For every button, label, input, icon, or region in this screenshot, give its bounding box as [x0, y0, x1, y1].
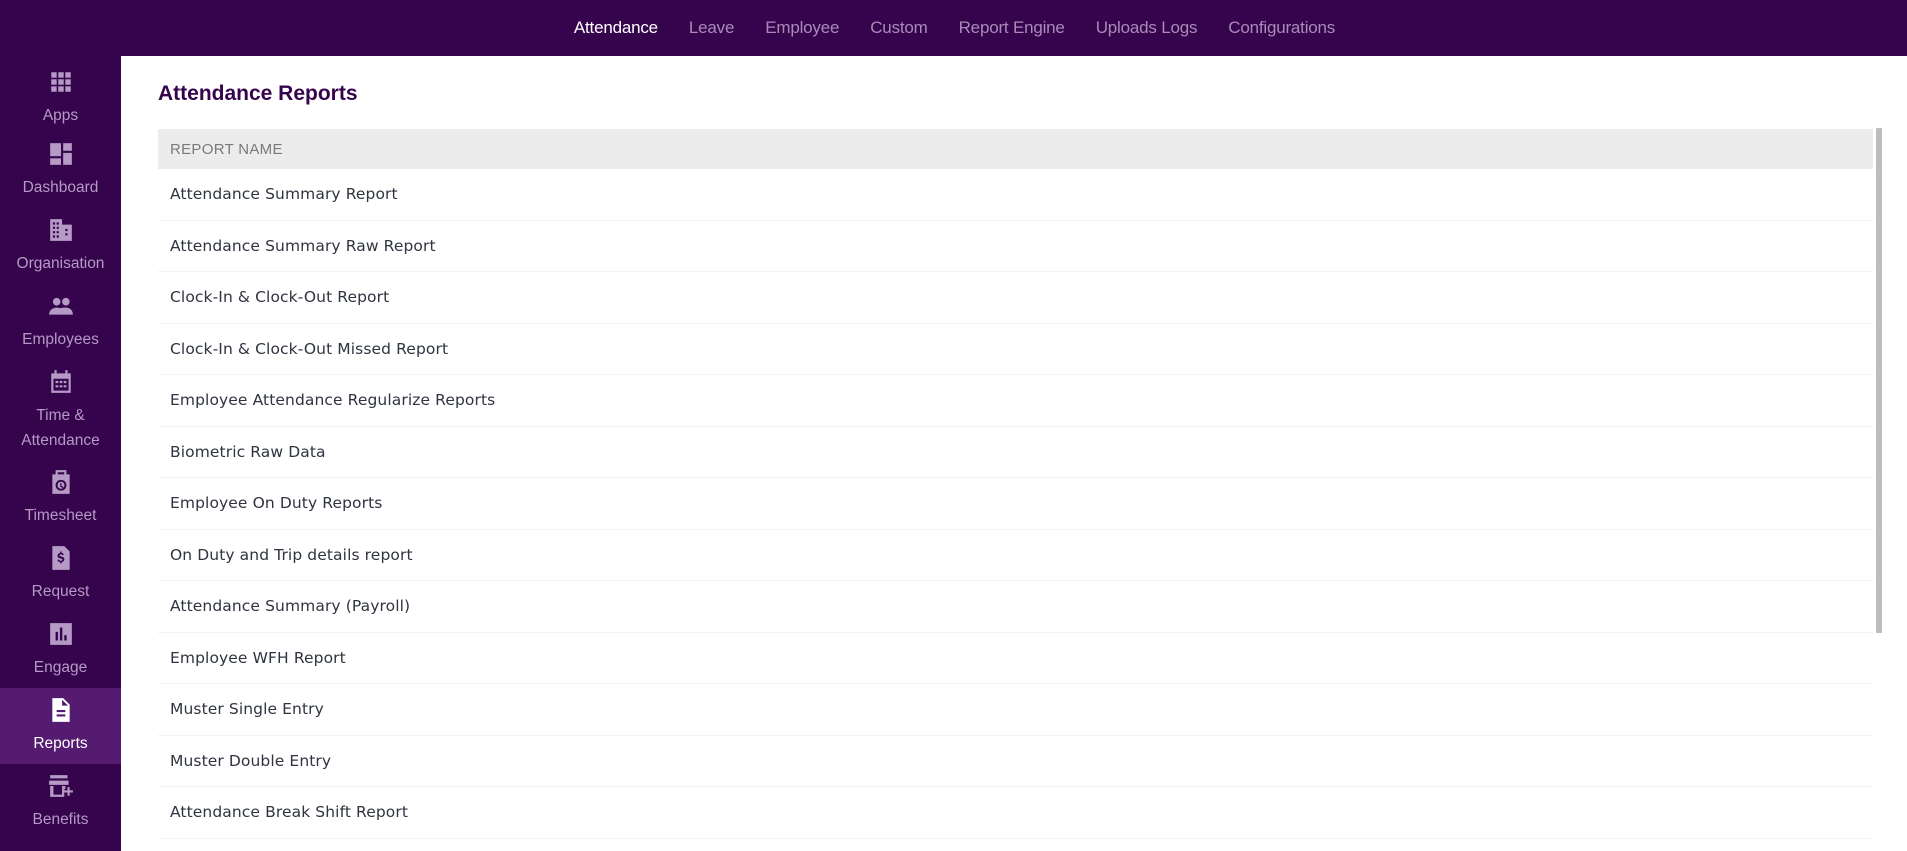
sidebar-item-label: Benefits [32, 811, 89, 828]
sidebar-item-timesheet[interactable]: Timesheet [0, 460, 121, 536]
sidebar-item-organisation[interactable]: Organisation [0, 208, 121, 284]
main-content: Attendance Reports REPORT NAME Attendanc… [121, 56, 1907, 851]
column-header-report-name: REPORT NAME [158, 129, 1873, 169]
dashboard-icon [48, 141, 74, 167]
sidebar-item-label: Organisation [16, 255, 105, 272]
sidebar-item-employees[interactable]: Employees [0, 284, 121, 360]
sidebar-item-label: Time & Attendance [21, 407, 100, 449]
sidebar-item-dashboard[interactable]: Dashboard [0, 132, 121, 208]
table-row[interactable]: Clock-In & Clock-Out Missed Report [158, 324, 1873, 375]
page-title: Attendance Reports [158, 82, 358, 105]
table-row[interactable]: Employee WFH Report [158, 633, 1873, 684]
table-row[interactable]: Biometric Raw Data [158, 427, 1873, 478]
table-row[interactable]: Attendance Summary Raw Report [158, 221, 1873, 272]
table-row[interactable]: On Duty and Trip details report [158, 530, 1873, 581]
table-row[interactable]: Attendance Summary (Payroll) [158, 581, 1873, 633]
bar-chart-icon [48, 621, 74, 647]
table-row[interactable]: Employee Attendance Regularize Reports [158, 375, 1873, 427]
reports-table: REPORT NAME Attendance Summary Report At… [158, 129, 1873, 851]
dollar-document-icon [48, 545, 74, 571]
store-plus-icon [48, 773, 74, 799]
table-row[interactable]: Muster Double Entry [158, 736, 1873, 787]
tab-employee[interactable]: Employee [750, 18, 855, 38]
building-icon [48, 217, 74, 243]
report-category-tabs: Attendance Leave Employee Custom Report … [558, 18, 1350, 38]
table-scrollbar[interactable] [1876, 128, 1882, 633]
sidebar-item-engage[interactable]: Engage [0, 612, 121, 688]
table-row[interactable]: Attendance Summary Report [158, 169, 1873, 221]
timesheet-clock-icon [48, 469, 74, 495]
sidebar-item-apps[interactable]: Apps [0, 56, 121, 132]
sidebar-item-time-attendance[interactable]: Time & Attendance [0, 360, 121, 460]
tab-configurations[interactable]: Configurations [1213, 18, 1351, 38]
sidebar-item-label: Reports [33, 735, 88, 752]
sidebar-item-request[interactable]: Request [0, 536, 121, 612]
sidebar-item-reports[interactable]: Reports [0, 688, 121, 764]
table-row[interactable]: Muster Single Entry [158, 684, 1873, 736]
table-row[interactable]: Attendance Break Shift Report [158, 787, 1873, 839]
sidebar-item-label: Timesheet [24, 507, 97, 524]
sidebar-item-benefits[interactable]: Benefits [0, 764, 121, 840]
top-navigation-bar: Attendance Leave Employee Custom Report … [0, 0, 1907, 56]
table-row[interactable]: Clock-In & Clock-Out Report [158, 272, 1873, 324]
calendar-icon [48, 369, 74, 395]
tab-uploads-logs[interactable]: Uploads Logs [1080, 18, 1213, 38]
table-row[interactable]: Employee On Duty Reports [158, 478, 1873, 530]
sidebar: Apps Dashboard Organisation Employees Ti… [0, 56, 121, 851]
people-icon [48, 293, 74, 319]
sidebar-item-label: Employees [22, 331, 99, 348]
sidebar-item-label: Engage [33, 659, 88, 676]
sidebar-item-label: Apps [42, 107, 79, 124]
tab-leave[interactable]: Leave [673, 18, 749, 38]
report-document-icon [48, 697, 74, 723]
tab-attendance[interactable]: Attendance [558, 18, 673, 38]
apps-grid-icon [48, 69, 74, 95]
tab-report-engine[interactable]: Report Engine [943, 18, 1080, 38]
sidebar-item-label: Dashboard [22, 179, 99, 196]
sidebar-item-label: Request [31, 583, 90, 600]
tab-custom[interactable]: Custom [855, 18, 943, 38]
